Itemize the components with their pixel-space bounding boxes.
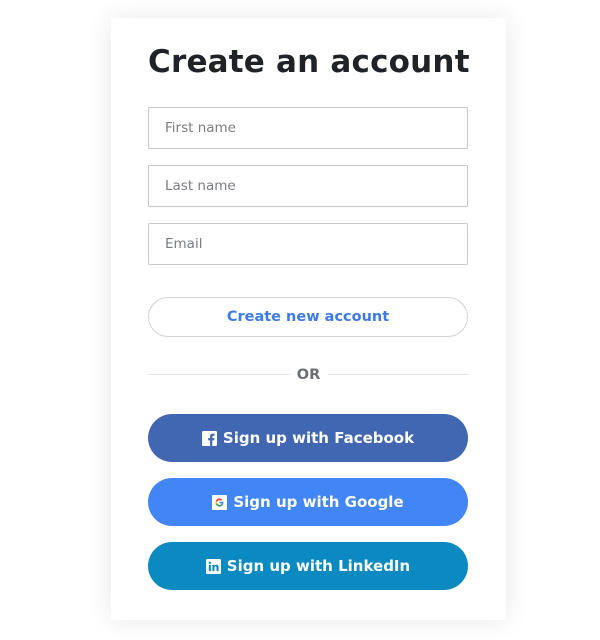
- linkedin-signup-button[interactable]: Sign up with LinkedIn: [148, 542, 468, 590]
- signup-card: Create an account Create new account OR …: [111, 18, 506, 620]
- linkedin-icon: [205, 558, 221, 574]
- google-signup-label: Sign up with Google: [233, 493, 404, 511]
- last-name-field[interactable]: [148, 165, 468, 207]
- facebook-signup-label: Sign up with Facebook: [222, 429, 415, 447]
- create-account-button[interactable]: Create new account: [148, 297, 468, 337]
- or-divider: OR: [148, 365, 469, 385]
- email-field[interactable]: [148, 223, 468, 265]
- google-signup-button[interactable]: Sign up with Google: [148, 478, 468, 526]
- facebook-signup-button[interactable]: Sign up with Facebook: [148, 414, 468, 462]
- page-title: Create an account: [148, 44, 470, 80]
- first-name-field[interactable]: [148, 107, 468, 149]
- facebook-icon: [201, 430, 217, 446]
- or-label: OR: [296, 367, 321, 383]
- linkedin-signup-label: Sign up with LinkedIn: [226, 557, 411, 575]
- google-icon: [212, 494, 228, 510]
